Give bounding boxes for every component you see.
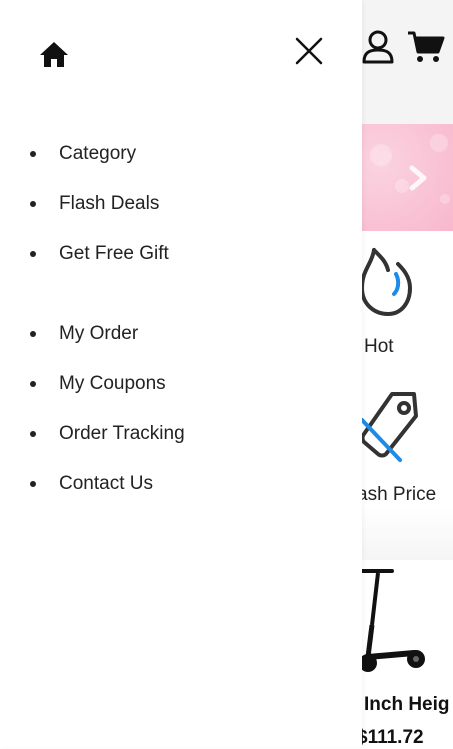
menu-item-my-coupons[interactable]: My Coupons [59,368,166,400]
bullet [30,251,36,257]
list-item: Flash Deals [0,188,362,238]
list-item: My Order [0,318,362,368]
side-drawer: Category Flash Deals Get Free Gift My Or… [0,0,362,747]
bullet [30,481,36,487]
product-name[interactable]: Inch Heig [364,694,450,716]
bullet [30,381,36,387]
drawer-menu-primary: Category Flash Deals Get Free Gift [0,138,362,288]
chevron-right-icon[interactable] [404,160,432,196]
drawer-menu-secondary: My Order My Coupons Order Tracking Conta… [0,318,362,518]
menu-item-free-gift[interactable]: Get Free Gift [59,238,169,270]
menu-item-contact-us[interactable]: Contact Us [59,468,153,500]
list-item: Contact Us [0,468,362,518]
bullet [30,431,36,437]
close-icon[interactable] [294,36,324,66]
menu-item-category[interactable]: Category [59,138,136,170]
home-icon[interactable] [38,38,70,70]
product-price: $111.72 [357,727,424,748]
menu-item-order-tracking[interactable]: Order Tracking [59,418,185,450]
menu-item-flash-deals[interactable]: Flash Deals [59,188,159,220]
list-item: Order Tracking [0,418,362,468]
category-flash-label[interactable]: ash Price [357,484,436,506]
list-item: Get Free Gift [0,238,362,288]
bullet [30,151,36,157]
category-hot-label[interactable]: Hot [364,336,394,358]
bullet [30,201,36,207]
bullet [30,331,36,337]
list-item: Category [0,138,362,188]
scooter-product-image[interactable] [352,565,432,677]
list-item: My Coupons [0,368,362,418]
cart-icon[interactable] [407,30,445,64]
menu-item-my-order[interactable]: My Order [59,318,138,350]
user-icon[interactable] [362,30,394,64]
tag-icon[interactable] [352,388,422,468]
